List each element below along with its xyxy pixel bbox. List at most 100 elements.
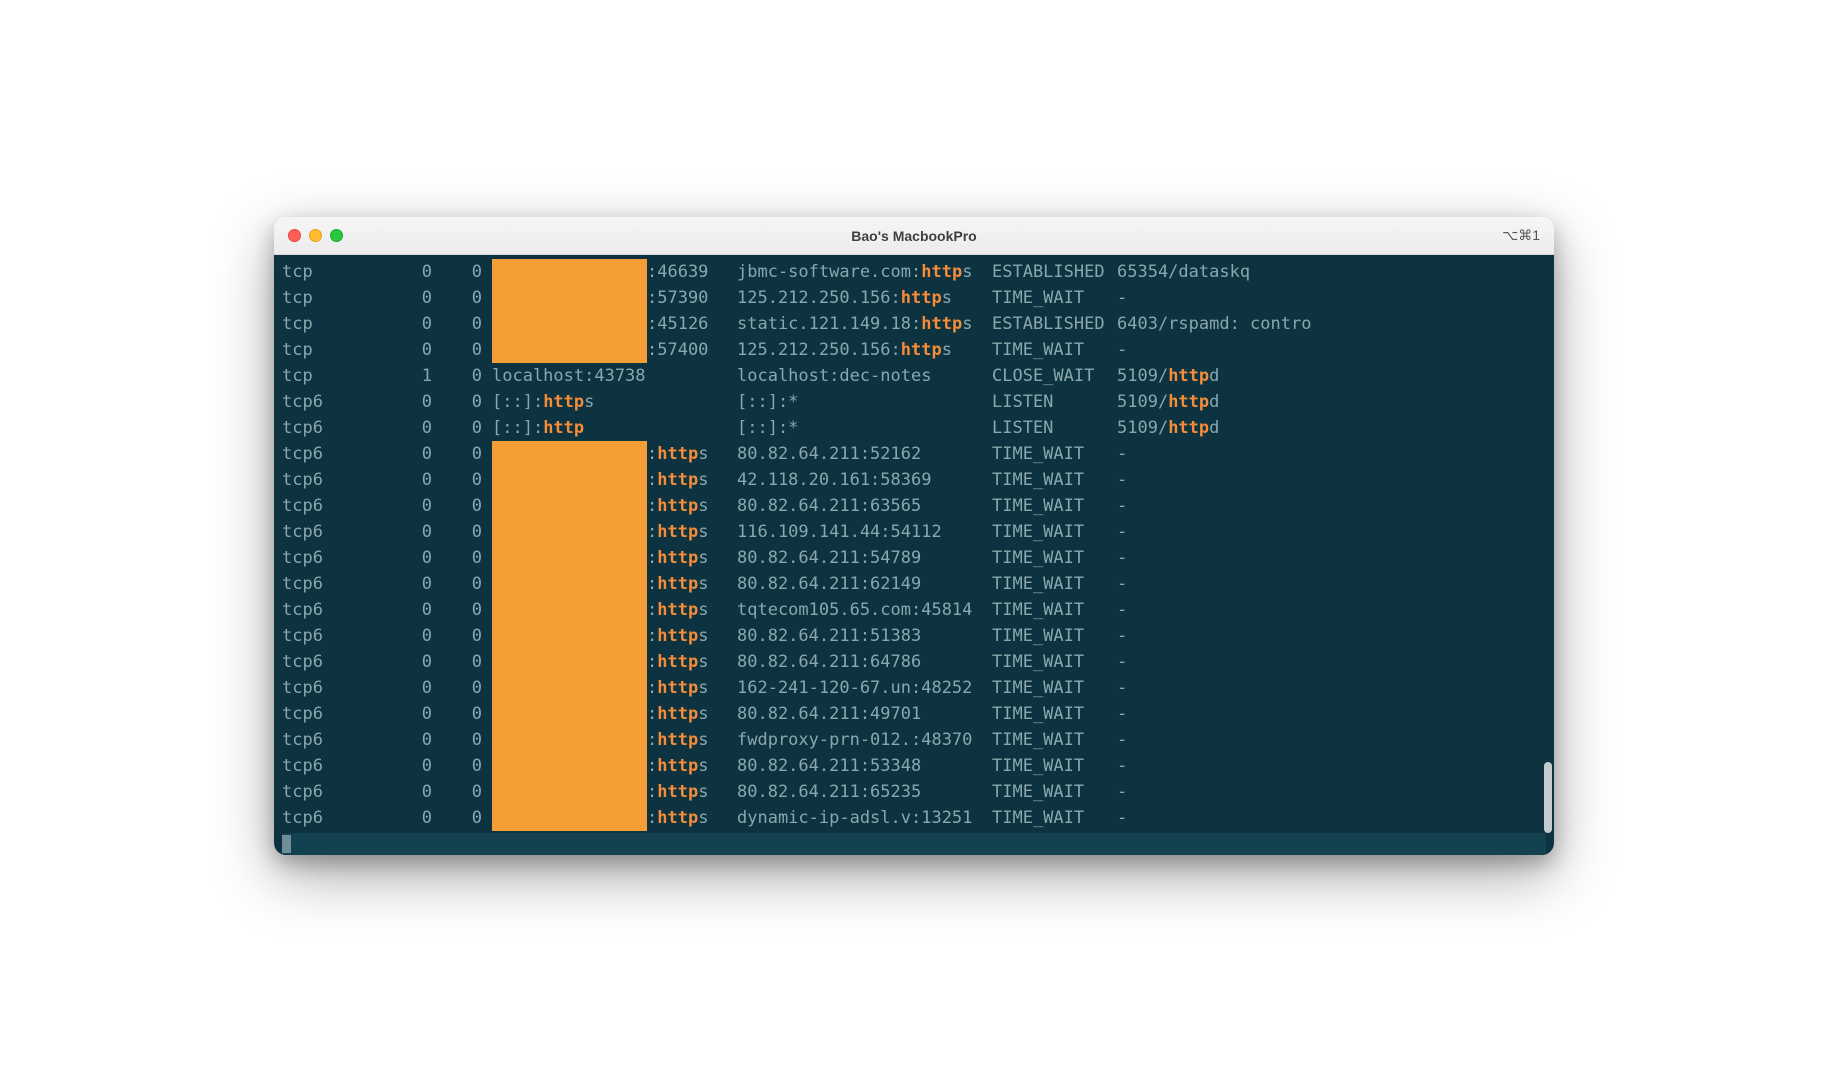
redacted-block bbox=[492, 727, 647, 753]
col-local: :https bbox=[482, 779, 737, 805]
redacted-block bbox=[492, 779, 647, 805]
col-send: 0 bbox=[452, 415, 482, 441]
col-pid: - bbox=[1117, 623, 1546, 649]
terminal-window: Bao's MacbookPro ⌥⌘1 tcp00:46639jbmc-sof… bbox=[274, 217, 1554, 855]
redacted-block bbox=[492, 675, 647, 701]
col-send: 0 bbox=[452, 701, 482, 727]
col-state: TIME_WAIT bbox=[992, 597, 1117, 623]
col-pid: - bbox=[1117, 727, 1546, 753]
col-recv: 0 bbox=[382, 545, 452, 571]
col-state: TIME_WAIT bbox=[992, 649, 1117, 675]
col-proto: tcp6 bbox=[282, 545, 382, 571]
scrollbar-track[interactable] bbox=[1544, 259, 1552, 851]
col-foreign: 80.82.64.211:65235 bbox=[737, 779, 992, 805]
col-proto: tcp bbox=[282, 311, 382, 337]
col-proto: tcp6 bbox=[282, 701, 382, 727]
col-proto: tcp6 bbox=[282, 649, 382, 675]
redacted-block bbox=[492, 467, 647, 493]
col-pid: - bbox=[1117, 597, 1546, 623]
col-proto: tcp bbox=[282, 337, 382, 363]
netstat-row: tcp00:45126static.121.149.18:httpsESTABL… bbox=[282, 311, 1546, 337]
scrollbar-thumb[interactable] bbox=[1544, 762, 1552, 833]
col-foreign: 116.109.141.44:54112 bbox=[737, 519, 992, 545]
netstat-row: tcp600:https80.82.64.211:49701TIME_WAIT- bbox=[282, 701, 1546, 727]
col-local: :https bbox=[482, 519, 737, 545]
netstat-row: tcp600:https80.82.64.211:53348TIME_WAIT- bbox=[282, 753, 1546, 779]
col-recv: 0 bbox=[382, 389, 452, 415]
col-local: [::]:https bbox=[482, 389, 737, 415]
col-send: 0 bbox=[452, 727, 482, 753]
col-recv: 0 bbox=[382, 259, 452, 285]
col-state: TIME_WAIT bbox=[992, 285, 1117, 311]
col-pid: - bbox=[1117, 493, 1546, 519]
close-icon[interactable] bbox=[288, 229, 301, 242]
col-local: :45126 bbox=[482, 311, 737, 337]
col-send: 0 bbox=[452, 623, 482, 649]
col-local: :https bbox=[482, 753, 737, 779]
netstat-row: tcp600:https80.82.64.211:51383TIME_WAIT- bbox=[282, 623, 1546, 649]
col-pid: - bbox=[1117, 675, 1546, 701]
titlebar[interactable]: Bao's MacbookPro ⌥⌘1 bbox=[274, 217, 1554, 255]
col-send: 0 bbox=[452, 441, 482, 467]
col-proto: tcp6 bbox=[282, 727, 382, 753]
col-state: TIME_WAIT bbox=[992, 701, 1117, 727]
col-state: TIME_WAIT bbox=[992, 727, 1117, 753]
col-pid: 5109/httpd bbox=[1117, 363, 1546, 389]
col-send: 0 bbox=[452, 519, 482, 545]
col-foreign: 80.82.64.211:54789 bbox=[737, 545, 992, 571]
col-foreign: [::]:* bbox=[737, 389, 992, 415]
col-pid: 65354/dataskq bbox=[1117, 259, 1546, 285]
prompt-line[interactable] bbox=[282, 833, 1546, 855]
redacted-block bbox=[492, 597, 647, 623]
col-pid: - bbox=[1117, 779, 1546, 805]
netstat-row: tcp600:httpsfwdproxy-prn-012.:48370TIME_… bbox=[282, 727, 1546, 753]
col-foreign: 80.82.64.211:52162 bbox=[737, 441, 992, 467]
col-state: TIME_WAIT bbox=[992, 623, 1117, 649]
col-recv: 0 bbox=[382, 493, 452, 519]
col-proto: tcp6 bbox=[282, 519, 382, 545]
col-state: LISTEN bbox=[992, 415, 1117, 441]
col-state: TIME_WAIT bbox=[992, 441, 1117, 467]
col-local: :57400 bbox=[482, 337, 737, 363]
col-foreign: 42.118.20.161:58369 bbox=[737, 467, 992, 493]
col-foreign: fwdproxy-prn-012.:48370 bbox=[737, 727, 992, 753]
col-foreign: tqtecom105.65.com:45814 bbox=[737, 597, 992, 623]
col-send: 0 bbox=[452, 285, 482, 311]
netstat-row: tcp00:46639jbmc-software.com:httpsESTABL… bbox=[282, 259, 1546, 285]
window-shortcut: ⌥⌘1 bbox=[1502, 227, 1540, 244]
col-send: 0 bbox=[452, 805, 482, 831]
terminal-body[interactable]: tcp00:46639jbmc-software.com:httpsESTABL… bbox=[274, 255, 1554, 855]
col-foreign: 80.82.64.211:53348 bbox=[737, 753, 992, 779]
redacted-block bbox=[492, 753, 647, 779]
netstat-row: tcp600:https80.82.64.211:52162TIME_WAIT- bbox=[282, 441, 1546, 467]
col-send: 0 bbox=[452, 649, 482, 675]
col-foreign: [::]:* bbox=[737, 415, 992, 441]
col-foreign: 80.82.64.211:64786 bbox=[737, 649, 992, 675]
col-pid: - bbox=[1117, 519, 1546, 545]
col-proto: tcp bbox=[282, 363, 382, 389]
col-foreign: 125.212.250.156:https bbox=[737, 337, 992, 363]
col-state: TIME_WAIT bbox=[992, 675, 1117, 701]
redacted-block bbox=[492, 311, 647, 337]
netstat-row: tcp600:https80.82.64.211:62149TIME_WAIT- bbox=[282, 571, 1546, 597]
col-local: :57390 bbox=[482, 285, 737, 311]
netstat-row: tcp600:https42.118.20.161:58369TIME_WAIT… bbox=[282, 467, 1546, 493]
col-local: :https bbox=[482, 675, 737, 701]
col-proto: tcp6 bbox=[282, 597, 382, 623]
col-foreign: 80.82.64.211:63565 bbox=[737, 493, 992, 519]
col-recv: 0 bbox=[382, 805, 452, 831]
col-local: :https bbox=[482, 467, 737, 493]
redacted-block bbox=[492, 571, 647, 597]
minimize-icon[interactable] bbox=[309, 229, 322, 242]
col-recv: 0 bbox=[382, 285, 452, 311]
netstat-row: tcp00:57390125.212.250.156:httpsTIME_WAI… bbox=[282, 285, 1546, 311]
zoom-icon[interactable] bbox=[330, 229, 343, 242]
col-local: :https bbox=[482, 493, 737, 519]
col-local: localhost:43738 bbox=[482, 363, 737, 389]
col-proto: tcp6 bbox=[282, 415, 382, 441]
col-state: TIME_WAIT bbox=[992, 519, 1117, 545]
col-recv: 0 bbox=[382, 467, 452, 493]
col-proto: tcp6 bbox=[282, 571, 382, 597]
col-local: :https bbox=[482, 597, 737, 623]
col-send: 0 bbox=[452, 311, 482, 337]
